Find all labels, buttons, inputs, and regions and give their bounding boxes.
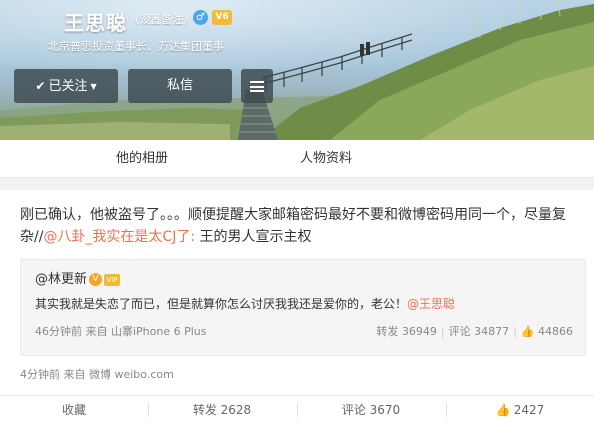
repost-stats: 转发 36949 | 评论 34877 | 👍 44866 [376,325,573,338]
repost-comment-number: 34877 [474,325,510,338]
repost-mention-link[interactable]: @王思聪 [407,297,455,311]
comment-button[interactable]: 评论 3670 [297,396,445,423]
reposted-weibo[interactable]: @林更新 V VIP 其实我就是失恋了而已，但是就算你怎么讨厌我我还是爱你的，老公！… [20,259,586,356]
like-button[interactable]: 👍 2427 [446,396,594,423]
repost-comment-count[interactable]: 评论 34877 [449,325,510,338]
repost-like-count[interactable]: 👍 44866 [521,325,573,338]
private-message-label: 私信 [166,78,193,93]
repost-button[interactable]: 转发 2628 [148,396,296,423]
thumbs-up-icon: 👍 [495,403,511,417]
repost-forward-number: 36949 [401,325,437,338]
like-count: 2427 [513,403,545,417]
favorite-button[interactable]: 收藏 [0,396,148,423]
following-button[interactable]: ✔ 已关注 ▼ [14,69,118,103]
set-remark-link[interactable]: (设置备注) [135,11,188,27]
tab-profile-info[interactable]: 人物资料 [300,140,352,178]
repost-meta: 46分钟前 来自 山寨iPhone 6 Plus [35,325,207,338]
following-label: 已关注 [48,79,88,94]
repost-text-main: 其实我就是失恋了而已，但是就算你怎么讨厌我我还是爱你的，老公！ [35,297,408,311]
checkmark-icon: ✔ [35,79,46,93]
profile-tabs: 他的相册 人物资料 [0,140,594,178]
repost-text: 其实我就是失恋了而已，但是就算你怎么讨厌我我还是爱你的，老公！@王思聪 [35,295,455,312]
weibo-post: 刚已确认，他被盗号了。。。顺便提醒大家邮箱密码最好不要和微博密码用同一个，尽量复… [0,190,594,423]
chevron-down-icon: ▼ [90,81,97,91]
tab-album[interactable]: 他的相册 [116,140,168,178]
repost-forward-count[interactable]: 转发 36949 [376,325,437,338]
more-menu-button[interactable] [241,69,273,103]
private-message-button[interactable]: 私信 [128,69,232,103]
section-divider [0,178,594,190]
verified-v-icon: V [89,273,103,286]
repost-author-name[interactable]: @林更新 [35,272,87,287]
vip-badge-icon[interactable]: V6 [212,10,232,25]
repost-forward-label: 转发 [376,325,399,338]
repost-like-number: 44866 [538,325,573,338]
vip-badge-icon: VIP [104,273,121,286]
repost-comment-label: 评论 [448,325,471,338]
post-action-bar: 收藏 转发 2628 评论 3670 👍 2427 [0,395,594,423]
profile-cover: 王思聪 (设置备注) ♂ V6 北京普思投资董事长、万达集团董事 ✔ 已关注 ▼ 私… [0,0,594,140]
post-text-tail: 王的男人宣示主权 [195,229,312,245]
repost-author: @林更新 V VIP [35,268,121,287]
thumbs-up-icon: 👍 [520,325,535,338]
profile-bio: 北京普思投资董事长、万达集团董事 [48,40,224,53]
post-meta: 4分钟前 来自 微博 weibo.com [20,368,174,381]
post-text: 刚已确认，他被盗号了。。。顺便提醒大家邮箱密码最好不要和微博密码用同一个，尽量复… [20,204,580,248]
mention-link[interactable]: @八卦_我实在是太CJ了: [43,229,195,245]
profile-name: 王思聪 [64,11,127,35]
menu-icon [250,81,264,92]
male-icon: ♂ [193,10,208,25]
